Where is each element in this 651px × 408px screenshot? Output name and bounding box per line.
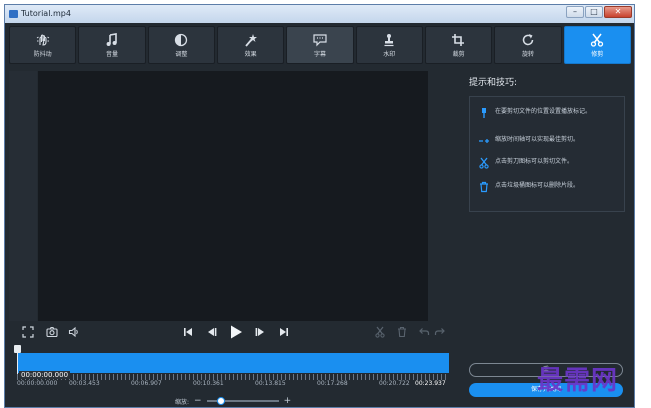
playhead-line: [17, 352, 18, 374]
playback-controls: [9, 321, 449, 343]
tool-label: 调整: [175, 50, 188, 58]
stamp-icon: [381, 33, 397, 47]
crop-icon: [451, 33, 467, 47]
zoom-out-button[interactable]: −: [194, 396, 202, 406]
tip-item: 在要剪切文件的位置设置播放标记。: [478, 107, 618, 119]
preview-left-margin: [9, 71, 37, 321]
tip-text: 点击剪刀图标可以剪切文件。: [495, 158, 574, 165]
tips-title: 提示和技巧:: [469, 78, 518, 88]
editor-window: Tutorial.mp4 – □ ✕ 防抖动 音量 调整 效果 字幕 水印 裁剪…: [4, 4, 635, 408]
site-watermark: 最需网: [537, 366, 619, 396]
rotate-icon: [520, 33, 536, 47]
cut-icon[interactable]: [373, 325, 387, 339]
camera-icon[interactable]: [45, 325, 59, 339]
window-title: Tutorial.mp4: [21, 9, 71, 18]
tips-panel: 提示和技巧: 在要剪切文件的位置设置播放标记。 缩放时间轴可以实现最佳剪切。 点…: [469, 71, 629, 397]
tool-label: 裁剪: [452, 50, 465, 58]
tick-label: 00:03.453: [69, 380, 100, 387]
trash-icon: [478, 181, 490, 193]
tool-label: 字幕: [313, 50, 326, 58]
tick-label: 00:10.361: [193, 380, 224, 387]
tool-watermark[interactable]: 水印: [355, 26, 423, 64]
subtitle-icon: [312, 33, 328, 47]
zoom-timeline-icon: [478, 135, 490, 147]
tick-labels: 00:00:00.000 00:03.453 00:06.907 00:10.3…: [17, 380, 449, 389]
tip-text: 在要剪切文件的位置设置播放标记。: [495, 108, 592, 115]
next-frame-icon[interactable]: [253, 325, 267, 339]
stabilize-icon: [35, 33, 51, 47]
tool-adjust[interactable]: 调整: [147, 26, 215, 64]
tool-label: 效果: [244, 50, 257, 58]
delete-icon[interactable]: [395, 325, 409, 339]
scissors-icon: [589, 33, 605, 47]
tool-effects[interactable]: 效果: [216, 26, 285, 64]
tool-label: 防抖动: [33, 50, 52, 58]
adjust-icon: [173, 33, 189, 47]
tool-label: 水印: [383, 50, 396, 58]
edit-toolbar: 防抖动 音量 调整 效果 字幕 水印 裁剪 旋转 修剪: [9, 26, 631, 66]
close-button[interactable]: ✕: [604, 6, 632, 18]
zoom-control: 缩放: − +: [175, 395, 291, 407]
zoom-slider[interactable]: [206, 397, 279, 405]
video-preview[interactable]: [38, 71, 428, 321]
tool-stabilize[interactable]: 防抖动: [9, 26, 77, 64]
tool-trim[interactable]: 修剪: [563, 26, 631, 64]
scissors-icon: [478, 157, 490, 169]
tool-crop[interactable]: 裁剪: [424, 26, 493, 64]
undo-icon[interactable]: [417, 325, 431, 339]
prev-frame-icon[interactable]: [205, 325, 219, 339]
tip-text: 缩放时间轴可以实现最佳剪切。: [495, 136, 580, 143]
skip-start-icon[interactable]: [181, 325, 195, 339]
clip-track[interactable]: [17, 353, 449, 373]
tick-label: 00:00:00.000: [17, 380, 58, 387]
zoom-slider-thumb[interactable]: [216, 397, 225, 405]
tool-label: 音量: [105, 50, 118, 58]
app-icon: [9, 10, 18, 18]
redo-icon[interactable]: [433, 325, 447, 339]
tick-label: 00:20.722: [379, 380, 410, 387]
music-note-icon: [104, 32, 120, 47]
title-bar: Tutorial.mp4 – □ ✕: [5, 5, 634, 23]
tip-item: 点击剪刀图标可以剪切文件。: [478, 157, 618, 169]
tip-item: 点击垃圾桶图标可以删除片段。: [478, 181, 618, 193]
tool-volume[interactable]: 音量: [78, 26, 146, 64]
tick-label-end: 00:23.937: [415, 380, 446, 387]
tick-label: 00:06.907: [131, 380, 162, 387]
current-time: 00:00:00.000: [19, 371, 71, 379]
tool-subtitles[interactable]: 字幕: [286, 26, 354, 64]
tip-text: 点击垃圾桶图标可以删除片段。: [495, 182, 580, 189]
zoom-label: 缩放:: [175, 398, 190, 406]
play-icon[interactable]: [227, 323, 245, 341]
tool-label: 旋转: [521, 50, 534, 58]
fullscreen-icon[interactable]: [21, 325, 35, 339]
maximize-button[interactable]: □: [585, 6, 603, 18]
tool-rotate[interactable]: 旋转: [494, 26, 562, 64]
zoom-in-button[interactable]: +: [284, 396, 292, 406]
tips-box: 在要剪切文件的位置设置播放标记。 缩放时间轴可以实现最佳剪切。 点击剪刀图标可以…: [469, 96, 625, 212]
marker-icon: [478, 107, 490, 119]
timeline[interactable]: 00:00:00.000 00:00:00.000 00:03.453 00:0…: [14, 345, 449, 391]
tool-label: 修剪: [591, 50, 604, 58]
tick-label: 00:17.268: [317, 380, 348, 387]
window-controls: – □ ✕: [566, 6, 632, 18]
minimize-button[interactable]: –: [566, 6, 584, 18]
tick-label: 00:13.815: [255, 380, 286, 387]
volume-icon[interactable]: [67, 325, 81, 339]
magic-wand-icon: [243, 33, 259, 47]
tip-item: 缩放时间轴可以实现最佳剪切。: [478, 135, 618, 147]
skip-end-icon[interactable]: [277, 325, 291, 339]
